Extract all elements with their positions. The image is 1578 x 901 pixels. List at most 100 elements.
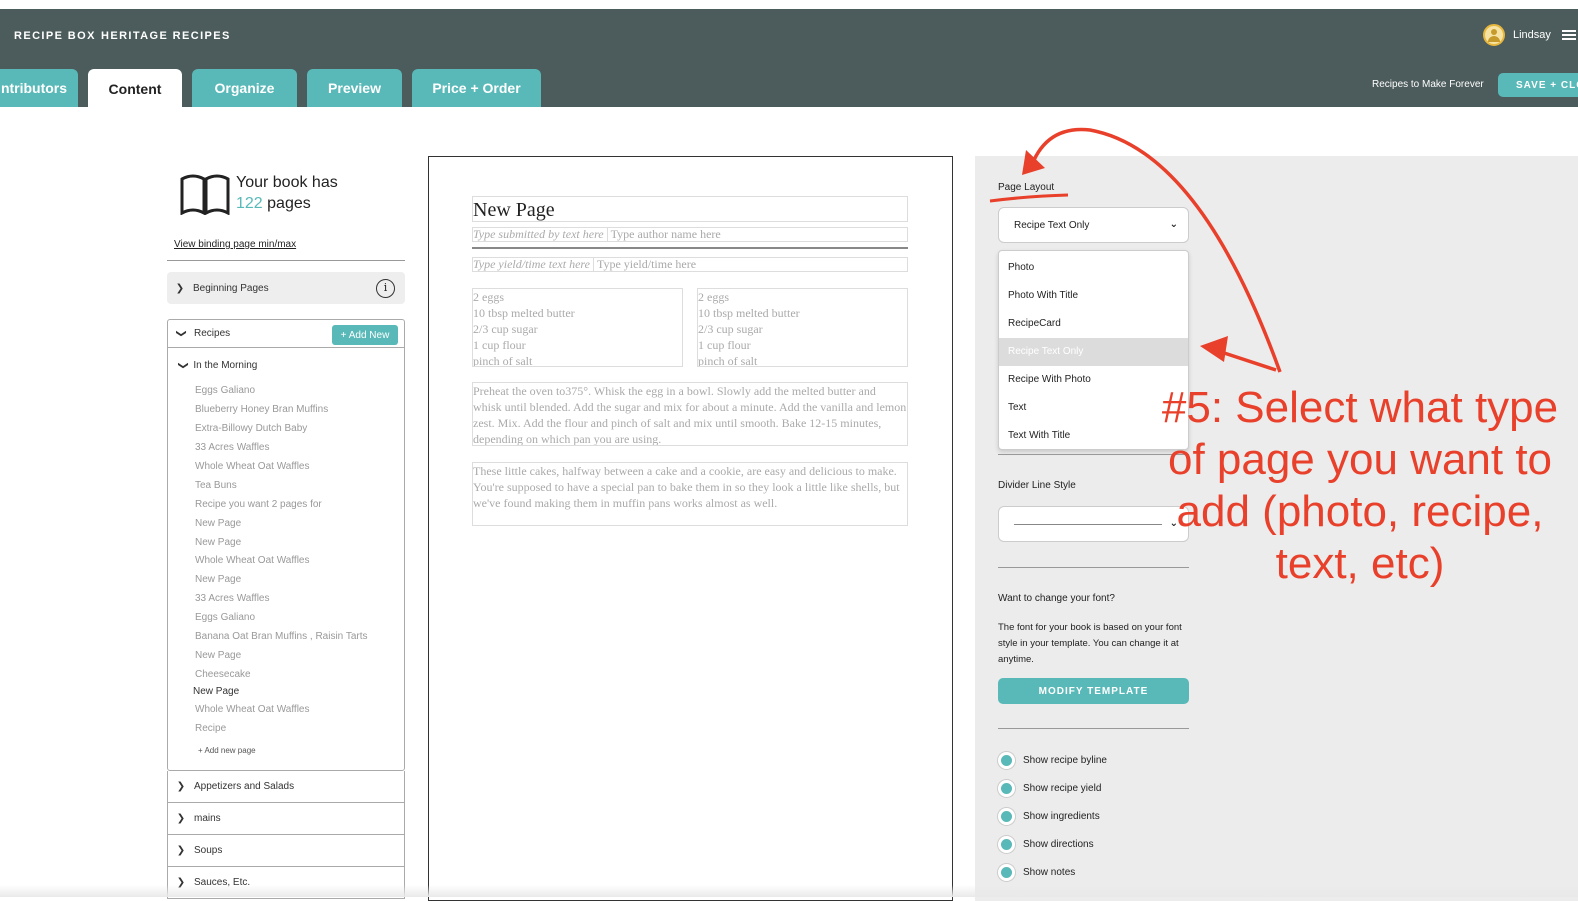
pages-word: pages [262, 195, 311, 212]
layout-option-recipecard[interactable]: RecipeCard [999, 310, 1188, 338]
author-name-input[interactable]: Type author name here [606, 227, 721, 241]
recipe-list-item[interactable]: Banana Oat Bran Muffins , Raisin Tarts [195, 631, 368, 642]
page-count-number: 122 [236, 195, 263, 212]
recipe-list-item[interactable]: Extra-Billowy Dutch Baby [195, 423, 307, 434]
toggle-label: Show ingredients [1023, 811, 1100, 822]
toggle-on-icon[interactable] [998, 864, 1015, 881]
toggle-show-byline[interactable]: Show recipe byline [998, 752, 1107, 769]
submitted-by-input[interactable]: Type submitted by text here [473, 227, 604, 241]
book-page-count: Your book has 122 pages [236, 172, 338, 214]
brand-recipe-box[interactable]: RECIPE BOX [14, 30, 96, 42]
font-description: The font for your book is based on your … [998, 622, 1182, 665]
ingredients-left-box[interactable]: 2 eggs 10 tbsp melted butter 2/3 cup sug… [472, 288, 683, 367]
user-avatar-icon[interactable] [1483, 24, 1505, 46]
bottom-shadow [0, 885, 1578, 897]
chevron-down-icon[interactable]: ❯ [176, 321, 187, 347]
toggle-on-icon[interactable] [998, 808, 1015, 825]
app-header: RECIPE BOX HERITAGE RECIPES Lindsay ntri… [0, 9, 1578, 109]
recipe-list-item[interactable]: New Page [195, 574, 241, 585]
recipe-list-item[interactable]: Eggs Galiano [195, 612, 255, 623]
user-name[interactable]: Lindsay [1513, 29, 1551, 41]
recipe-list-item[interactable]: Blueberry Honey Bran Muffins [195, 404, 328, 415]
chevron-right-icon[interactable]: ❯ [168, 845, 194, 856]
recipe-list-item[interactable]: New Page [195, 518, 241, 529]
tab-label: Preview [328, 80, 381, 96]
divider-line-preview [1014, 524, 1162, 525]
byline-row: Type submitted by text here Type author … [472, 227, 908, 242]
divider-line [472, 247, 908, 249]
section-mains[interactable]: ❯ mains [167, 803, 405, 835]
recipe-list-item-current[interactable]: New Page [193, 686, 239, 697]
divider-style-label: Divider Line Style [998, 480, 1076, 491]
add-new-page-link[interactable]: + Add new page [198, 746, 256, 755]
tab-contributors[interactable]: ntributors [0, 69, 78, 107]
section-soups[interactable]: ❯ Soups [167, 835, 405, 867]
tab-content[interactable]: Content [88, 69, 182, 109]
page-layout-select[interactable]: Recipe Text Only ⌄ [998, 207, 1189, 243]
yield-label-input[interactable]: Type yield/time text here [473, 257, 590, 271]
layout-option-recipe-text-only[interactable]: Recipe Text Only [999, 338, 1188, 366]
ingredients-right-box[interactable]: 2 eggs 10 tbsp melted butter 2/3 cup sug… [697, 288, 908, 367]
recipe-list-item[interactable]: Whole Wheat Oat Waffles [195, 461, 310, 472]
section-label: Soups [194, 845, 223, 856]
brand-heritage-recipes[interactable]: HERITAGE RECIPES [101, 30, 231, 42]
toggle-show-ingredients[interactable]: Show ingredients [998, 808, 1100, 825]
sidebar-divider [167, 260, 405, 261]
recipe-list-item[interactable]: 33 Acres Waffles [195, 442, 269, 453]
section-beginning-pages[interactable]: ❯ Beginning Pages i [167, 272, 405, 304]
recipe-list-item[interactable]: Cheesecake [195, 669, 251, 680]
tab-preview[interactable]: Preview [307, 69, 402, 107]
toggle-on-icon[interactable] [998, 752, 1015, 769]
layout-option-photo-with-title[interactable]: Photo With Title [999, 282, 1188, 310]
chevron-right-icon[interactable]: ❯ [167, 283, 193, 294]
chevron-down-icon[interactable]: ❯ [178, 361, 189, 369]
recipe-list-item[interactable]: Whole Wheat Oat Waffles [195, 555, 310, 566]
add-new-button[interactable]: + Add New [332, 325, 398, 345]
notes-box[interactable]: These little cakes, halfway between a ca… [472, 462, 908, 526]
tab-label: Content [108, 81, 162, 97]
toggle-on-icon[interactable] [998, 836, 1015, 853]
page-title-input[interactable]: New Page [472, 196, 908, 222]
browser-top-strip [0, 0, 1578, 9]
chevron-right-icon[interactable]: ❯ [168, 781, 194, 792]
recipe-list-item[interactable]: Whole Wheat Oat Waffles [195, 704, 310, 715]
tab-organize[interactable]: Organize [192, 69, 297, 107]
recipe-list-item[interactable]: New Page [195, 650, 241, 661]
chevron-right-icon[interactable]: ❯ [168, 813, 194, 824]
toggle-show-directions[interactable]: Show directions [998, 836, 1094, 853]
recipe-list-item[interactable]: Tea Buns [195, 480, 237, 491]
section-label: mains [194, 813, 221, 824]
page-layout-value: Recipe Text Only [1014, 219, 1090, 231]
chevron-down-icon[interactable]: ⌄ [1170, 219, 1178, 230]
toggle-label: Show notes [1023, 867, 1076, 878]
recipes-header[interactable]: ❯ Recipes + Add New [168, 320, 404, 348]
tab-price-order[interactable]: Price + Order [412, 69, 541, 107]
page-layout-label: Page Layout [998, 182, 1055, 193]
section-label: Beginning Pages [193, 282, 269, 294]
subsection-in-the-morning[interactable]: ❯ In the Morning [178, 360, 258, 371]
hamburger-menu-icon[interactable] [1561, 30, 1576, 40]
toggle-on-icon[interactable] [998, 780, 1015, 797]
recipe-list-item[interactable]: Recipe [195, 723, 226, 734]
modify-template-button[interactable]: MODIFY TEMPLATE [998, 678, 1189, 704]
section-appetizers[interactable]: ❯ Appetizers and Salads [167, 771, 405, 803]
save-close-button[interactable]: SAVE + CLO [1498, 73, 1578, 97]
recipes-section: ❯ Recipes + Add New ❯ In the Morning Eggs… [167, 319, 405, 771]
directions-box[interactable]: Preheat the oven to375°. Whisk the egg i… [472, 382, 908, 446]
info-icon[interactable]: i [376, 279, 395, 298]
open-book-icon [180, 174, 230, 215]
book-line1: Your book has [236, 174, 338, 191]
recipe-list-item[interactable]: 33 Acres Waffles [195, 593, 269, 604]
toggle-show-notes[interactable]: Show notes [998, 864, 1075, 881]
toggle-show-yield[interactable]: Show recipe yield [998, 780, 1101, 797]
recipe-list-item[interactable]: Eggs Galiano [195, 385, 255, 396]
font-question: Want to change your font? [998, 593, 1115, 604]
recipe-list-item[interactable]: Recipe you want 2 pages for [195, 499, 322, 510]
recipe-list-item[interactable]: New Page [195, 537, 241, 548]
tab-label: ntributors [0, 80, 68, 96]
book-slogan: Recipes to Make Forever [1372, 79, 1484, 90]
user-menu[interactable]: Lindsay [1483, 24, 1576, 46]
yield-value-input[interactable]: Type yield/time here [592, 257, 697, 271]
layout-option-photo[interactable]: Photo [999, 254, 1188, 282]
binding-page-link[interactable]: View binding page min/max [174, 239, 296, 250]
